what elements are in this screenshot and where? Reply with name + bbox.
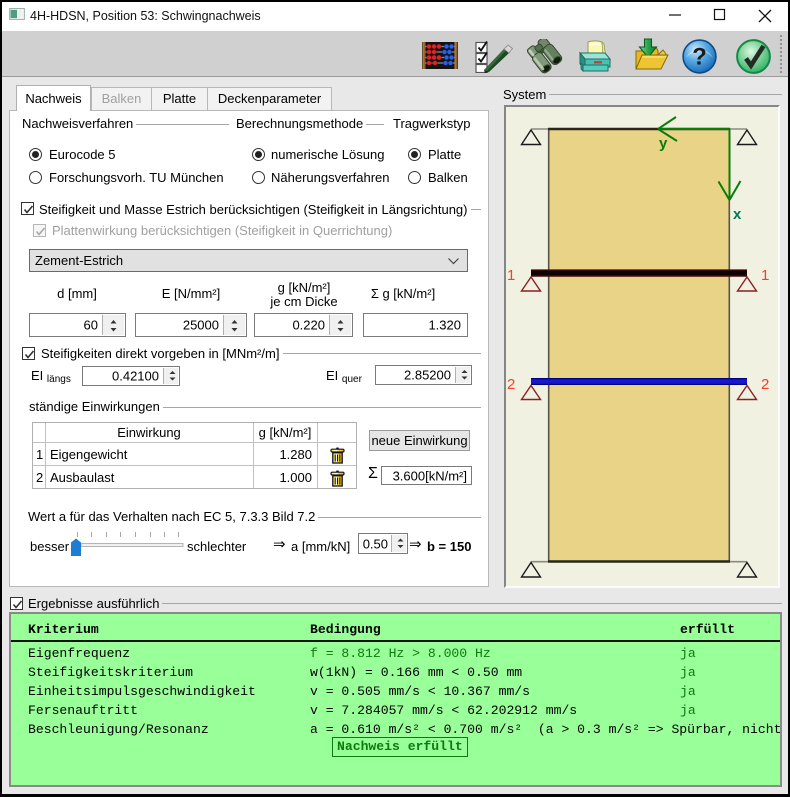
svg-text:1: 1: [507, 267, 515, 284]
svg-text:y: y: [659, 135, 668, 152]
svg-text:1: 1: [761, 267, 769, 284]
svg-text:2: 2: [507, 376, 515, 393]
svg-text:2: 2: [761, 376, 769, 393]
svg-text:x: x: [733, 206, 742, 223]
